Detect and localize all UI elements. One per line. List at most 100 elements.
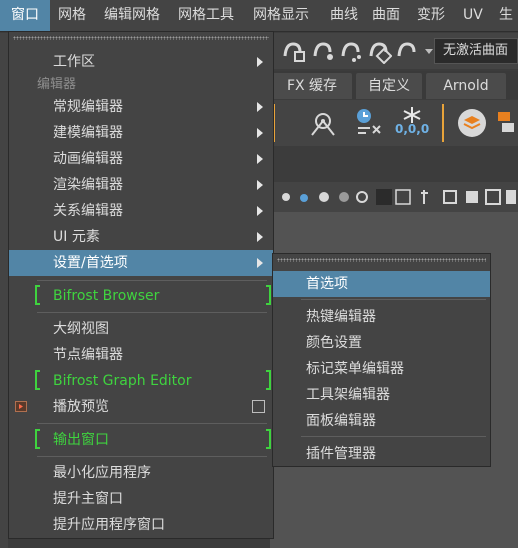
bracket-left bbox=[35, 429, 40, 449]
settings-preferences-submenu: 首选项 热键编辑器 颜色设置 标记菜单编辑器 工具架编辑器 面板编辑器 插件管理… bbox=[272, 253, 491, 467]
menu-item-label: 最小化应用程序 bbox=[53, 465, 151, 481]
menu-item-label: 首选项 bbox=[306, 276, 348, 292]
menu-surfaces[interactable]: 曲面 bbox=[372, 0, 400, 31]
viewport-toolbar bbox=[270, 182, 518, 212]
menu-item-playblast[interactable]: 播放预览 bbox=[9, 394, 273, 420]
menu-item-label: 热键编辑器 bbox=[306, 309, 376, 325]
menu-edit-mesh[interactable]: 编辑网格 bbox=[104, 0, 160, 31]
snap-grid-icon[interactable] bbox=[280, 38, 306, 64]
submenu-arrow-icon bbox=[257, 206, 263, 216]
menu-item-modeling-editors[interactable]: 建模编辑器 bbox=[9, 120, 273, 146]
menu-item-minimize-app[interactable]: 最小化应用程序 bbox=[9, 460, 273, 486]
menu-item-label: Bifrost Graph Editor bbox=[53, 373, 192, 389]
menu-item-label: 标记菜单编辑器 bbox=[306, 361, 404, 377]
tab-arnold[interactable]: Arnold bbox=[426, 73, 506, 99]
menu-item-label: UI 元素 bbox=[53, 229, 100, 245]
menu-item-shelf-editor[interactable]: 工具架编辑器 bbox=[273, 382, 490, 408]
menu-item-label: 渲染编辑器 bbox=[53, 177, 123, 193]
menu-item-label: 常规编辑器 bbox=[53, 99, 123, 115]
menu-item-label: 工具架编辑器 bbox=[306, 387, 390, 403]
menu-item-panel-editor[interactable]: 面板编辑器 bbox=[273, 408, 490, 434]
menu-item-label: 关系编辑器 bbox=[53, 203, 123, 219]
joint-tool-icon[interactable] bbox=[308, 108, 338, 138]
menu-item-settings-preferences[interactable]: 设置/首选项 bbox=[9, 250, 273, 276]
submenu-arrow-icon bbox=[257, 128, 263, 138]
bracket-left bbox=[35, 285, 40, 305]
menu-item-color-settings[interactable]: 颜色设置 bbox=[273, 330, 490, 356]
submenu-arrow-icon bbox=[257, 154, 263, 164]
menu-separator bbox=[37, 312, 267, 313]
snap-point-icon[interactable] bbox=[338, 38, 364, 64]
bracket-right bbox=[266, 370, 271, 390]
menu-item-label: 播放预览 bbox=[53, 399, 109, 415]
shelf-icons: 0,0,0 bbox=[270, 100, 518, 146]
submenu-arrow-icon bbox=[257, 232, 263, 242]
menu-generate[interactable]: 生 bbox=[499, 0, 513, 31]
freeze-values: 0,0,0 bbox=[395, 122, 430, 136]
menu-uv[interactable]: UV bbox=[463, 0, 483, 31]
tear-off-handle[interactable] bbox=[13, 36, 269, 40]
menu-curves[interactable]: 曲线 bbox=[330, 0, 358, 31]
window-menu: 工作区 编辑器 常规编辑器 建模编辑器 动画编辑器 渲染编辑器 关系编辑器 UI… bbox=[8, 31, 274, 539]
menu-item-label: 颜色设置 bbox=[306, 335, 362, 351]
menu-separator bbox=[37, 423, 267, 424]
submenu-arrow-icon bbox=[257, 57, 263, 67]
menu-item-general-editors[interactable]: 常规编辑器 bbox=[9, 94, 273, 120]
layers-icon[interactable] bbox=[456, 107, 488, 139]
menu-item-bifrost-browser[interactable]: Bifrost Browser bbox=[9, 283, 273, 309]
tab-custom[interactable]: 自定义 bbox=[356, 73, 422, 99]
menu-item-hotkey-editor[interactable]: 热键编辑器 bbox=[273, 304, 490, 330]
menu-item-rendering-editors[interactable]: 渲染编辑器 bbox=[9, 172, 273, 198]
stack-icon[interactable] bbox=[496, 107, 518, 139]
menu-deform[interactable]: 变形 bbox=[417, 0, 445, 31]
menu-item-marking-menu-editor[interactable]: 标记菜单编辑器 bbox=[273, 356, 490, 382]
tear-off-handle[interactable] bbox=[277, 258, 486, 262]
snap-curve-icon[interactable] bbox=[310, 38, 336, 64]
menu-item-label: 建模编辑器 bbox=[53, 125, 123, 141]
menu-item-preferences[interactable]: 首选项 bbox=[273, 271, 490, 297]
menu-item-label: 节点编辑器 bbox=[53, 347, 123, 363]
menubar: 窗口 网格 编辑网格 网格工具 网格显示 曲线 曲面 变形 UV 生 bbox=[0, 0, 518, 32]
menu-item-workspace[interactable]: 工作区 bbox=[9, 49, 273, 75]
tab-fx-cache[interactable]: FX 缓存 bbox=[272, 73, 352, 99]
menu-separator bbox=[37, 280, 267, 281]
submenu-arrow-icon bbox=[257, 102, 263, 112]
menu-item-node-editor[interactable]: 节点编辑器 bbox=[9, 342, 273, 368]
menu-mesh[interactable]: 网格 bbox=[58, 0, 86, 31]
menu-item-output-window[interactable]: 输出窗口 bbox=[9, 427, 273, 453]
bracket-right bbox=[266, 429, 271, 449]
menu-item-label: 插件管理器 bbox=[306, 446, 376, 462]
shelf-tabs: FX 缓存 自定义 Arnold bbox=[270, 71, 518, 99]
clock-delete-icon[interactable] bbox=[354, 106, 384, 138]
menu-item-relationship-editors[interactable]: 关系编辑器 bbox=[9, 198, 273, 224]
playblast-icon bbox=[15, 401, 27, 412]
menu-separator bbox=[301, 436, 486, 437]
menu-item-label: 提升应用程序窗口 bbox=[53, 517, 165, 533]
menu-item-label: 大纲视图 bbox=[53, 321, 109, 337]
menu-item-animation-editors[interactable]: 动画编辑器 bbox=[9, 146, 273, 172]
menu-mesh-display[interactable]: 网格显示 bbox=[253, 0, 309, 31]
option-box[interactable] bbox=[252, 400, 265, 413]
menu-item-label: 提升主窗口 bbox=[53, 491, 123, 507]
bracket-left bbox=[35, 370, 40, 390]
menu-item-label: 动画编辑器 bbox=[53, 151, 123, 167]
menu-item-outliner[interactable]: 大纲视图 bbox=[9, 316, 273, 342]
menu-item-ui-elements[interactable]: UI 元素 bbox=[9, 224, 273, 250]
section-header-editors: 编辑器 bbox=[37, 77, 77, 92]
menu-mesh-tools[interactable]: 网格工具 bbox=[178, 0, 234, 31]
menu-separator bbox=[37, 456, 267, 457]
menu-item-plugin-manager[interactable]: 插件管理器 bbox=[273, 441, 490, 467]
menu-item-raise-main-window[interactable]: 提升主窗口 bbox=[9, 486, 273, 512]
menu-window[interactable]: 窗口 bbox=[0, 0, 50, 31]
menu-item-label: 工作区 bbox=[53, 54, 95, 70]
live-surface-dropdown[interactable]: 无激活曲面 bbox=[434, 38, 518, 64]
submenu-arrow-icon bbox=[257, 180, 263, 190]
viewport-toolbar-icons[interactable] bbox=[278, 188, 518, 206]
snap-live-icon[interactable] bbox=[394, 38, 420, 64]
menu-item-bifrost-graph-editor[interactable]: Bifrost Graph Editor bbox=[9, 368, 273, 394]
menu-separator bbox=[301, 299, 486, 300]
menu-item-raise-app-windows[interactable]: 提升应用程序窗口 bbox=[9, 512, 273, 538]
bracket-right bbox=[266, 285, 271, 305]
menu-item-label: 面板编辑器 bbox=[306, 413, 376, 429]
snap-view-plane-icon[interactable] bbox=[366, 38, 392, 64]
